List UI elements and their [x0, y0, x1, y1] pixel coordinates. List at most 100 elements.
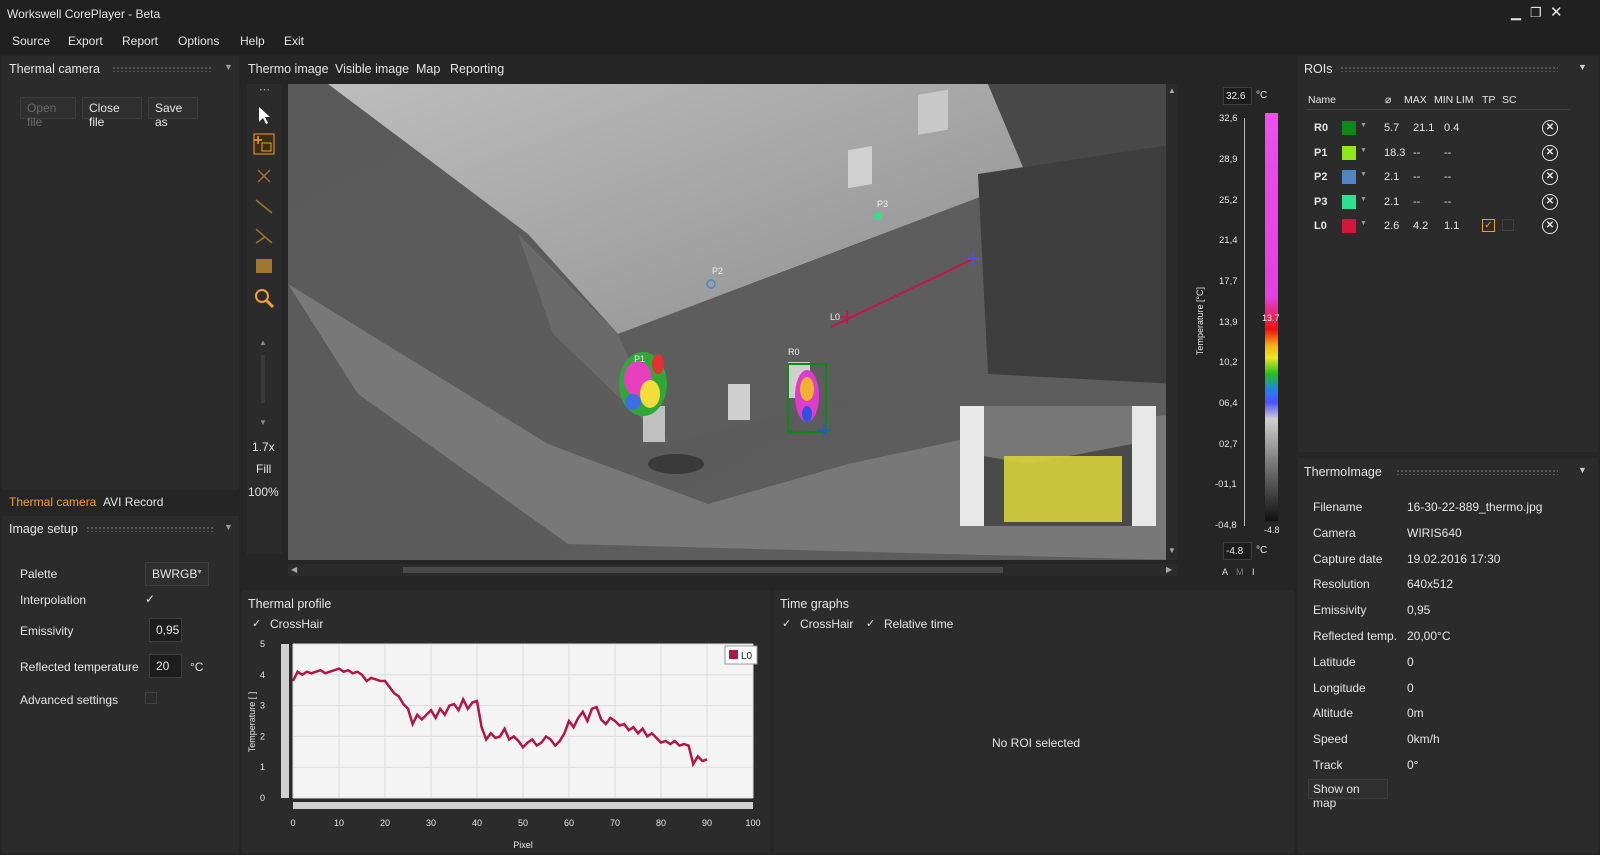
tab-avi-record[interactable]: AVI Record: [103, 495, 163, 509]
horizontal-scrollbar[interactable]: ◀ ▶: [288, 564, 1178, 576]
thermal-image[interactable]: R0 P1 P2 P3 L0: [288, 84, 1176, 560]
remove-roi-icon[interactable]: ✕: [1542, 218, 1558, 234]
roi-row-p1[interactable]: P1 ▼ 18.3 -- -- ✕: [1288, 143, 1558, 165]
emissivity-input[interactable]: 0,95: [149, 618, 182, 642]
window-title: Workswell CorePlayer - Beta: [7, 7, 161, 21]
x-tick-label: 60: [564, 818, 574, 828]
chevron-down-icon[interactable]: ▼: [224, 522, 233, 532]
menu-help[interactable]: Help: [240, 34, 265, 48]
thermal-profile-chart[interactable]: 0 10 20 30 40 50 60 70 80 90 100 0 1 2 3 4 5 Temperatur…: [245, 632, 767, 852]
menu-source[interactable]: Source: [12, 34, 50, 48]
roi-color-swatch[interactable]: [1342, 219, 1356, 233]
roi-color-swatch[interactable]: [1342, 121, 1356, 135]
remove-roi-icon[interactable]: ✕: [1542, 120, 1558, 136]
zoom-down-icon[interactable]: ▼: [259, 418, 267, 427]
scale-tick: -04,8: [1215, 520, 1237, 531]
scale-mode-a[interactable]: A: [1222, 567, 1228, 577]
panel-grip[interactable]: [112, 66, 212, 72]
roi-row-p3[interactable]: P3 ▼ 2.1 -- -- ✕: [1288, 192, 1558, 214]
chevron-down-icon[interactable]: ▼: [224, 62, 233, 72]
minimap-viewport[interactable]: [1004, 456, 1122, 522]
crosshair-check-icon[interactable]: ✓: [252, 617, 261, 630]
roi-color-swatch[interactable]: [1342, 170, 1356, 184]
roi-row-p2[interactable]: P2 ▼ 2.1 -- -- ✕: [1288, 167, 1558, 189]
show-on-map-button[interactable]: Show on map: [1308, 779, 1388, 810]
fill-button[interactable]: Fill: [256, 462, 271, 476]
line-tool-icon[interactable]: [253, 195, 275, 217]
advanced-settings-label: Advanced settings: [20, 693, 119, 707]
r0-label: R0: [788, 347, 800, 357]
scale-min-input[interactable]: -4.8: [1223, 542, 1252, 560]
reflected-temperature-input[interactable]: 20: [149, 654, 182, 678]
chevron-down-icon[interactable]: ▼: [1360, 147, 1367, 154]
tab-map[interactable]: Map: [416, 62, 440, 76]
zoom-slider[interactable]: [261, 355, 265, 403]
chevron-down-icon[interactable]: ▼: [1360, 122, 1367, 129]
scroll-right-icon[interactable]: ▶: [1166, 565, 1172, 574]
roi-name: P3: [1314, 195, 1328, 208]
polyline-tool-icon[interactable]: [253, 225, 275, 247]
save-as-button[interactable]: Save as: [148, 97, 198, 129]
tab-visible-image[interactable]: Visible image: [335, 62, 409, 76]
tab-thermo-image[interactable]: Thermo image: [248, 62, 329, 76]
zoom-tool-icon[interactable]: [253, 287, 275, 309]
panel-grip[interactable]: [1396, 469, 1558, 475]
chevron-down-icon[interactable]: ▼: [1360, 220, 1367, 227]
roi-row-r0[interactable]: R0 ▼ 5.7 21.1 0.4 ✕: [1288, 118, 1558, 140]
zoom-up-icon[interactable]: ▲: [259, 338, 267, 347]
close-file-button[interactable]: Close file: [82, 97, 142, 129]
menu-exit[interactable]: Exit: [284, 34, 304, 48]
menu-report[interactable]: Report: [122, 34, 158, 48]
roi-color-swatch[interactable]: [1342, 145, 1356, 160]
chevron-down-icon[interactable]: ▼: [1360, 171, 1367, 178]
remove-roi-icon[interactable]: ✕: [1542, 169, 1558, 185]
tab-thermal-camera[interactable]: Thermal camera: [9, 495, 96, 509]
chart-legend: L0: [724, 645, 758, 665]
advanced-settings-checkbox[interactable]: [145, 692, 157, 704]
rectangle-tool-icon[interactable]: [253, 255, 275, 277]
tp-checkbox[interactable]: [1502, 219, 1514, 231]
open-file-button[interactable]: Open file: [20, 97, 76, 129]
scroll-thumb[interactable]: [403, 567, 1003, 573]
roi-color-swatch[interactable]: [1342, 194, 1356, 209]
pointer-icon[interactable]: [253, 104, 275, 126]
roi-avg: 2.6: [1384, 220, 1400, 232]
tab-reporting[interactable]: Reporting: [450, 62, 504, 76]
crosshair-label: CrossHair: [270, 617, 324, 631]
y-axis-label: Temperature [ ]: [247, 692, 257, 753]
chevron-down-icon[interactable]: ▼: [1578, 465, 1587, 475]
col-name: Name: [1308, 94, 1337, 106]
toolbar-grip-icon[interactable]: ⋯: [259, 83, 270, 96]
menu-export[interactable]: Export: [68, 34, 103, 48]
roi-row-l0[interactable]: L0 ▼ 2.6 4.2 1.1 ✓ ✕: [1288, 216, 1558, 238]
panel-grip[interactable]: [86, 526, 214, 532]
remove-roi-icon[interactable]: ✕: [1542, 144, 1558, 161]
chevron-down-icon[interactable]: ▼: [1578, 62, 1587, 72]
scroll-down-icon[interactable]: ▼: [1168, 546, 1176, 555]
time-crosshair-label: CrossHair: [800, 617, 854, 631]
minimap[interactable]: [960, 406, 1156, 526]
close-icon[interactable]: ✕: [1550, 3, 1563, 21]
y-scrollbar[interactable]: [281, 644, 289, 798]
crosshair-tool-icon[interactable]: [253, 165, 275, 187]
menu-options[interactable]: Options: [178, 34, 219, 48]
x-scrollbar[interactable]: [293, 802, 753, 809]
interpolation-checkbox[interactable]: ✓: [145, 592, 155, 606]
panel-grip[interactable]: [1340, 66, 1558, 72]
relative-time-check-icon[interactable]: ✓: [866, 617, 875, 630]
crosshair-check-icon[interactable]: ✓: [782, 617, 791, 630]
scroll-left-icon[interactable]: ◀: [291, 565, 297, 574]
vertical-scrollbar[interactable]: ▲ ▼: [1166, 84, 1178, 560]
chevron-down-icon[interactable]: ▼: [1360, 196, 1367, 203]
add-point-roi-icon[interactable]: [253, 133, 275, 155]
remove-roi-icon[interactable]: ✕: [1542, 193, 1558, 210]
scale-max-input[interactable]: 32.6: [1223, 87, 1252, 105]
lim-checkbox[interactable]: ✓: [1482, 219, 1495, 232]
scale-mode-i[interactable]: I: [1252, 567, 1255, 577]
scroll-up-icon[interactable]: ▲: [1168, 86, 1176, 95]
scale-mode-m[interactable]: M: [1236, 567, 1244, 577]
minimize-icon[interactable]: ▁: [1511, 5, 1521, 21]
p3-marker[interactable]: [874, 212, 882, 220]
palette-select[interactable]: BWRGB ▼: [145, 562, 209, 586]
restore-icon[interactable]: ❐: [1530, 5, 1542, 21]
